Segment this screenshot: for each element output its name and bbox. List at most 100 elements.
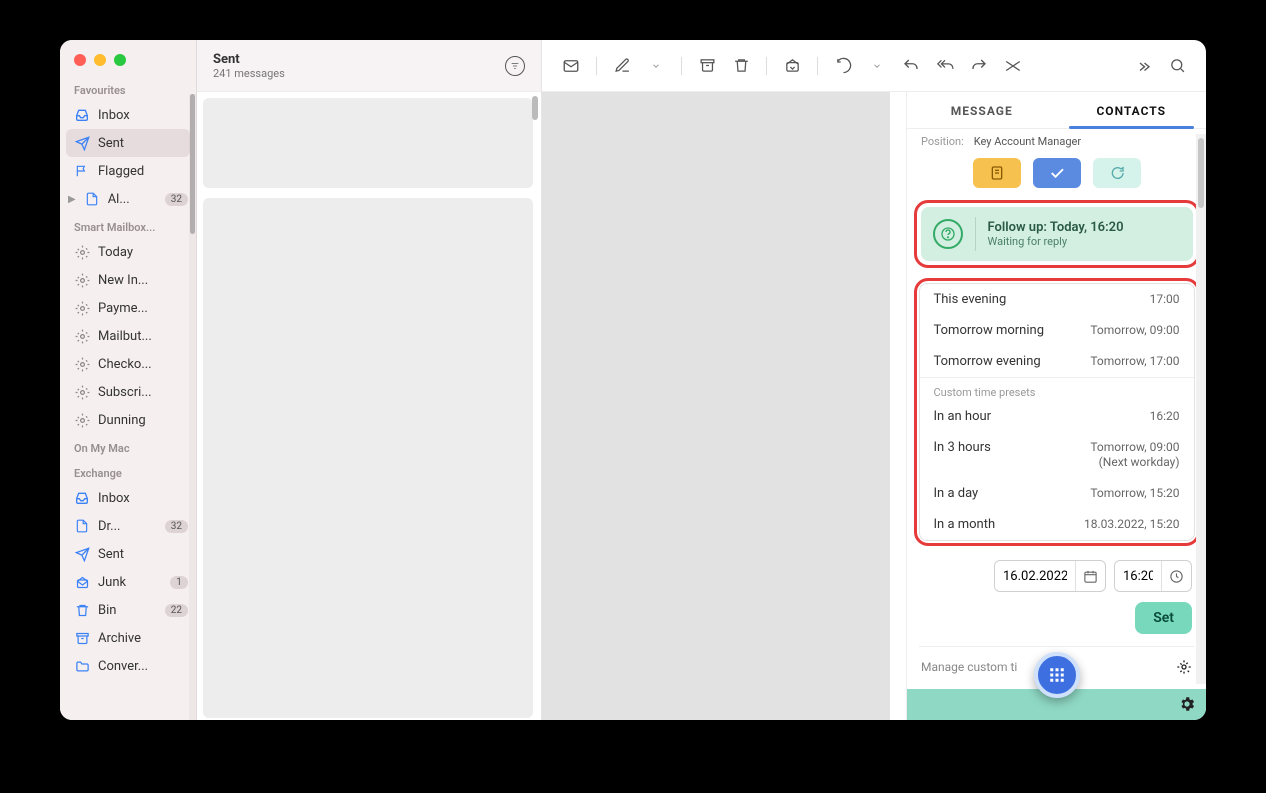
sidebar-item-newin[interactable]: New In... [60, 266, 196, 294]
sidebar-item-ex-conversations[interactable]: Conver... [60, 652, 196, 680]
gear-icon [74, 300, 90, 316]
gear-icon [74, 328, 90, 344]
tab-contacts[interactable]: CONTACTS [1057, 92, 1207, 128]
manage-presets-label: Manage custom ti [921, 660, 1017, 674]
sidebar-favourites-list: Inbox Sent Flagged ▶ Al... 32 [60, 101, 196, 213]
sidebar-item-ex-bin[interactable]: Bin22 [60, 596, 196, 624]
settings-gear-icon[interactable] [1178, 695, 1196, 713]
followup-card[interactable]: Follow up: Today, 16:20 Waiting for repl… [921, 207, 1193, 261]
sidebar-item-ex-junk[interactable]: Junk1 [60, 568, 196, 596]
count-badge: 1 [170, 576, 188, 589]
apps-fab[interactable] [1034, 652, 1080, 698]
message-row[interactable] [203, 198, 533, 718]
sidebar-section-onmymac: On My Mac [60, 434, 196, 459]
preset-in-a-day[interactable]: In a day Tomorrow, 15:20 [920, 478, 1194, 509]
compose-button[interactable] [607, 51, 637, 81]
sidebar-item-sent[interactable]: Sent [66, 129, 190, 157]
preset-tomorrow-evening[interactable]: Tomorrow evening Tomorrow, 17:00 [920, 346, 1194, 377]
inspector-actions [907, 158, 1206, 200]
presets-highlight: This evening 17:00 Tomorrow morning Tomo… [914, 278, 1200, 546]
date-input[interactable] [995, 563, 1075, 590]
preset-this-evening[interactable]: This evening 17:00 [920, 284, 1194, 315]
forward-button[interactable] [964, 51, 994, 81]
note-action-button[interactable] [973, 158, 1021, 188]
zoom-window-button[interactable] [114, 54, 126, 66]
sidebar-section-favourites: Favourites [60, 76, 196, 101]
paper-plane-icon [74, 546, 90, 562]
sidebar-item-mailbutler[interactable]: Mailbut... [60, 322, 196, 350]
message-list-title: Sent [213, 52, 285, 67]
preset-in-a-month[interactable]: In a month 18.03.2022, 15:20 [920, 509, 1194, 540]
count-badge: 32 [165, 193, 188, 206]
datetime-row [907, 552, 1206, 592]
archive-button[interactable] [692, 51, 722, 81]
sidebar-item-ex-sent[interactable]: Sent [60, 540, 196, 568]
gear-icon [74, 384, 90, 400]
sidebar-item-dunning[interactable]: Dunning [60, 406, 196, 434]
file-icon [84, 191, 100, 207]
message-list[interactable] [197, 92, 541, 720]
snooze-button[interactable] [828, 51, 858, 81]
message-list-subtitle: 241 messages [213, 67, 285, 80]
reply-all-button[interactable] [930, 51, 960, 81]
message-row[interactable] [203, 98, 533, 188]
mailbutler-button[interactable] [998, 51, 1028, 81]
flag-icon [74, 163, 90, 179]
sidebar-item-all[interactable]: ▶ Al... 32 [60, 185, 196, 213]
time-input[interactable] [1115, 563, 1161, 590]
sidebar-scrollbar[interactable] [189, 94, 196, 720]
sidebar-item-payments[interactable]: Payme... [60, 294, 196, 322]
message-preview [542, 92, 890, 720]
position-label: Position: [921, 135, 964, 148]
count-badge: 32 [165, 520, 188, 533]
message-list-panel: Sent 241 messages [197, 40, 542, 720]
filter-button[interactable] [505, 56, 525, 76]
delete-button[interactable] [726, 51, 756, 81]
sidebar-item-today[interactable]: Today [60, 238, 196, 266]
task-action-button[interactable] [1033, 158, 1081, 188]
calendar-icon[interactable] [1075, 561, 1105, 591]
toolbar [542, 40, 1206, 92]
sidebar-item-inbox[interactable]: Inbox [60, 101, 196, 129]
sidebar-item-ex-archive[interactable]: Archive [60, 624, 196, 652]
search-button[interactable] [1162, 51, 1192, 81]
reply-button[interactable] [896, 51, 926, 81]
sidebar-item-subscriptions[interactable]: Subscri... [60, 378, 196, 406]
sidebar-item-ex-inbox[interactable]: Inbox [60, 484, 196, 512]
minimize-window-button[interactable] [94, 54, 106, 66]
sidebar-item-checkout[interactable]: Checko... [60, 350, 196, 378]
preset-in-3-hours[interactable]: In 3 hours Tomorrow, 09:00(Next workday) [920, 432, 1194, 478]
trash-icon [74, 602, 90, 618]
sidebar-item-ex-drafts[interactable]: Dr...32 [60, 512, 196, 540]
junk-button[interactable] [777, 51, 807, 81]
count-badge: 22 [165, 604, 188, 617]
preset-in-an-hour[interactable]: In an hour 16:20 [920, 401, 1194, 432]
gear-icon [74, 412, 90, 428]
sidebar-item-flagged[interactable]: Flagged [60, 157, 196, 185]
tab-message[interactable]: MESSAGE [907, 92, 1057, 128]
contact-position-row: Position: Key Account Manager [907, 129, 1206, 158]
date-field-wrap [994, 560, 1106, 592]
followup-title: Follow up: Today, 16:20 [988, 220, 1124, 235]
chat-action-button[interactable] [1093, 158, 1141, 188]
sidebar-section-exchange: Exchange [60, 459, 196, 484]
message-list-header: Sent 241 messages [197, 40, 541, 92]
compose-dropdown[interactable] [641, 51, 671, 81]
close-window-button[interactable] [74, 54, 86, 66]
more-button[interactable] [1128, 51, 1158, 81]
app-window: Favourites Inbox Sent Flagged ▶ Al... 32… [60, 40, 1206, 720]
message-list-scrollbar[interactable] [529, 92, 541, 720]
archive-icon [74, 630, 90, 646]
set-button[interactable]: Set [1135, 602, 1192, 634]
inspector-scrollbar[interactable] [1196, 134, 1206, 684]
snooze-dropdown[interactable] [862, 51, 892, 81]
preset-tomorrow-morning[interactable]: Tomorrow morning Tomorrow, 09:00 [920, 315, 1194, 346]
inspector-tabs: MESSAGE CONTACTS [907, 92, 1206, 129]
junk-icon [74, 574, 90, 590]
time-field-wrap [1114, 560, 1192, 592]
gear-icon [74, 356, 90, 372]
gear-icon [74, 272, 90, 288]
clock-icon[interactable] [1161, 561, 1191, 591]
sidebar-section-smart: Smart Mailbox... [60, 213, 196, 238]
envelope-button[interactable] [556, 51, 586, 81]
